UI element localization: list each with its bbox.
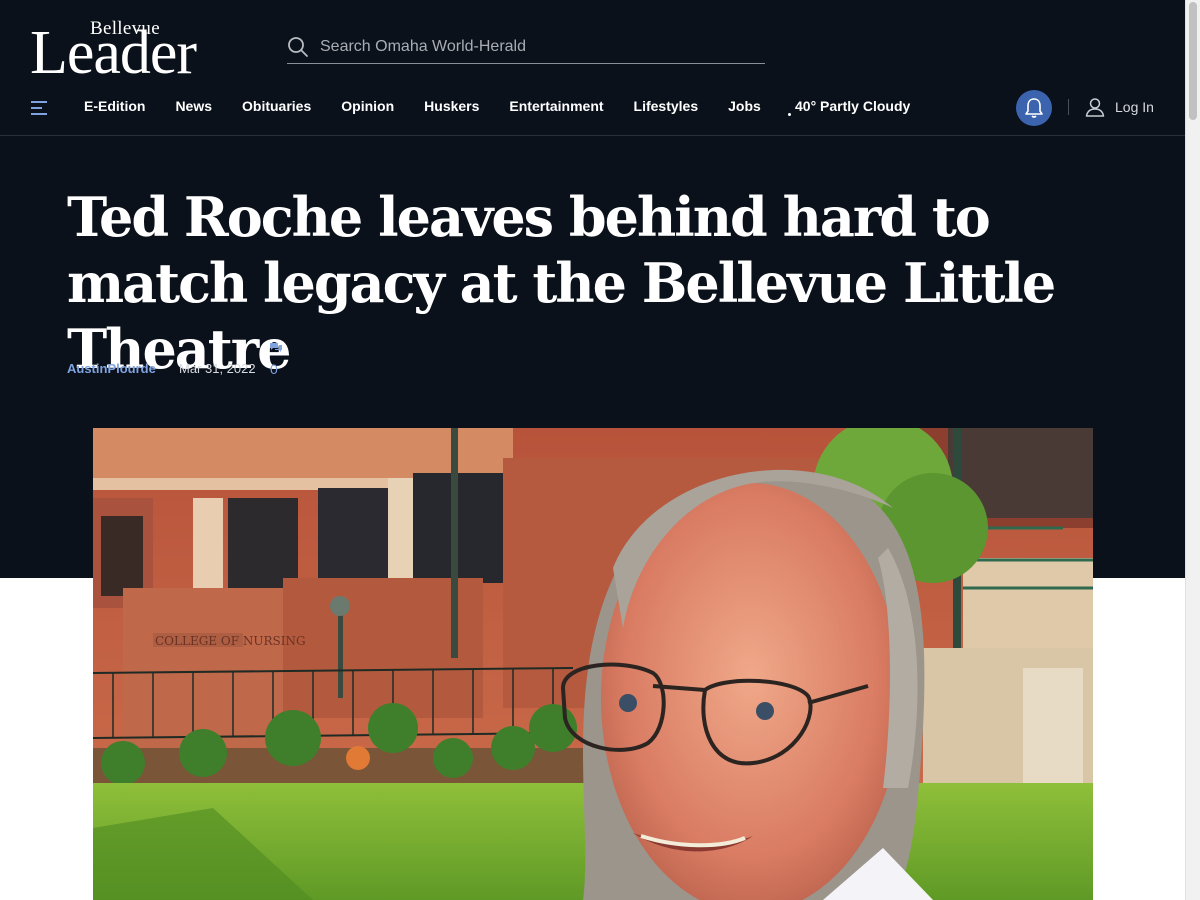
scrollbar-thumb[interactable]	[1189, 2, 1197, 120]
weather-icon	[788, 113, 791, 116]
comment-icon	[270, 343, 282, 352]
publish-date: Mar 31, 2022	[179, 361, 256, 376]
search-icon[interactable]	[287, 36, 309, 58]
author-link[interactable]: AustinPlourde	[67, 361, 156, 376]
lead-photo-image: COLLEGE OF NURSING	[93, 428, 1093, 900]
nav-links: E-Edition News Obituaries Opinion Husker…	[84, 98, 791, 114]
nav-item-jobs[interactable]: Jobs	[728, 98, 761, 114]
search-input[interactable]	[320, 37, 760, 56]
nav-item-opinion[interactable]: Opinion	[341, 98, 394, 114]
nav-item-entertainment[interactable]: Entertainment	[509, 98, 603, 114]
bell-icon	[1025, 98, 1043, 118]
comments-link[interactable]: 0	[269, 340, 293, 380]
main-nav: E-Edition News Obituaries Opinion Husker…	[0, 88, 1185, 136]
logo-large-text: Leader	[30, 19, 197, 87]
hamburger-menu-icon[interactable]	[30, 99, 50, 117]
nav-divider	[1068, 99, 1069, 115]
nav-item-lifestyles[interactable]: Lifestyles	[634, 98, 699, 114]
page-scrollbar[interactable]	[1185, 0, 1200, 900]
nav-item-news[interactable]: News	[175, 98, 212, 114]
comment-count: 0	[270, 361, 278, 377]
weather-text: 40° Partly Cloudy	[795, 98, 911, 114]
nav-item-huskers[interactable]: Huskers	[424, 98, 479, 114]
building-sign: COLLEGE OF NURSING	[155, 634, 306, 648]
notifications-button[interactable]	[1016, 90, 1052, 126]
login-label: Log In	[1115, 99, 1154, 115]
search-bar	[287, 30, 765, 64]
lead-photo[interactable]: COLLEGE OF NURSING	[93, 428, 1093, 900]
nav-item-obituaries[interactable]: Obituaries	[242, 98, 311, 114]
weather-widget[interactable]: 40° Partly Cloudy	[788, 98, 910, 116]
site-logo[interactable]: Bellevue Leader	[30, 18, 262, 84]
user-icon	[1085, 98, 1105, 117]
article-headline: Ted Roche leaves behind hard to match le…	[67, 185, 1056, 381]
nav-item-e-edition[interactable]: E-Edition	[84, 98, 145, 114]
login-button[interactable]: Log In	[1085, 97, 1154, 117]
page-viewport: Bellevue Leader E-Edition News Obituarie…	[0, 0, 1185, 900]
